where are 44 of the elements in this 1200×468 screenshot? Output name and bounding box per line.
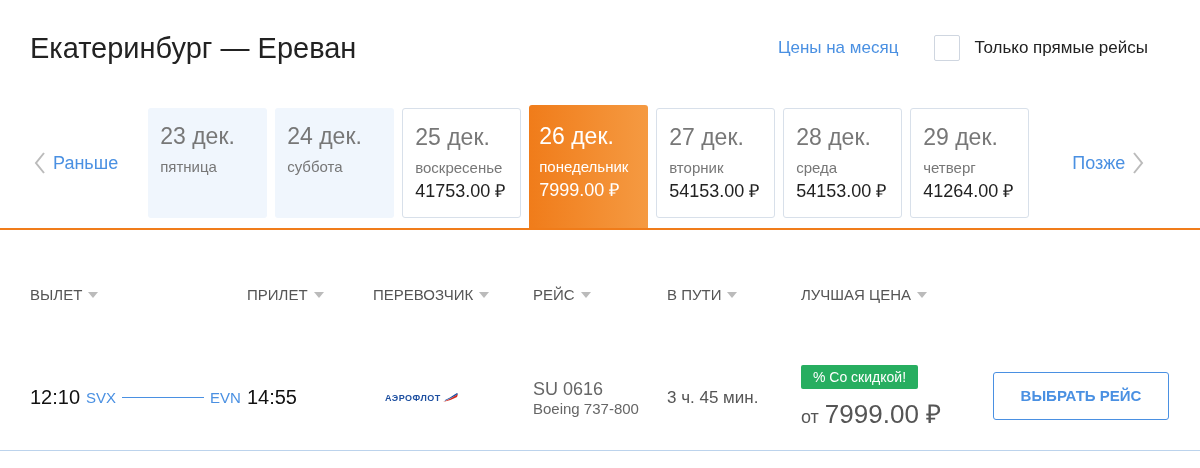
day-date: 25 дек.: [415, 124, 491, 151]
day-price: 41753.00 ₽: [415, 180, 507, 202]
day-weekday: вторник: [669, 159, 725, 176]
day-price: 7999.00 ₽: [539, 179, 621, 201]
direct-only-label: Только прямые рейсы: [974, 38, 1148, 58]
day-date: 29 дек.: [923, 124, 999, 151]
day-weekday: суббота: [287, 158, 344, 175]
column-header[interactable]: ВЫЛЕТ: [30, 286, 247, 303]
flight-duration: 3 ч. 45 мин.: [667, 387, 760, 408]
day-card[interactable]: 28 дек. среда 54153.00 ₽: [783, 108, 903, 218]
day-weekday: пятница: [160, 158, 218, 175]
day-date: 28 дек.: [796, 124, 872, 151]
discount-badge: % Со скидкой!: [801, 364, 919, 389]
day-weekday: воскресенье: [415, 159, 504, 176]
column-header[interactable]: В ПУТИ: [667, 286, 801, 303]
day-date: 26 дек.: [539, 123, 615, 150]
day-weekday: среда: [796, 159, 839, 176]
day-weekday: понедельник: [539, 158, 630, 175]
day-date: 24 дек.: [287, 123, 363, 150]
column-header[interactable]: ПРИЛЕТ: [247, 286, 373, 303]
column-header[interactable]: ПЕРЕВОЗЧИК: [373, 286, 533, 303]
aircraft-model: Boeing 737-800: [533, 399, 640, 417]
day-date: 23 дек.: [160, 123, 236, 150]
route-title: Екатеринбург — Ереван: [30, 31, 358, 65]
day-price: 54153.00 ₽: [669, 180, 761, 202]
day-card[interactable]: 27 дек. вторник 54153.00 ₽: [656, 108, 776, 218]
day-date: 27 дек.: [669, 124, 745, 151]
arrival-code: EVN: [210, 389, 241, 406]
day-price: 41264.00 ₽: [923, 180, 1015, 202]
column-header[interactable]: РЕЙС: [533, 286, 667, 303]
day-price: 54153.00 ₽: [796, 180, 888, 202]
flight-number: SU 0616: [533, 378, 605, 400]
day-card[interactable]: 23 дек. пятница: [148, 108, 268, 218]
column-header[interactable]: ЛУЧШАЯ ЦЕНА: [801, 286, 993, 303]
departure-time: 12:10: [30, 386, 81, 409]
best-price: 7999.00 ₽: [824, 397, 942, 431]
day-card[interactable]: 25 дек. воскресенье 41753.00 ₽: [402, 108, 522, 218]
carrier-logo: АЭРОФЛОТ: [385, 392, 533, 403]
day-card[interactable]: 24 дек. суббота: [275, 108, 395, 218]
price-prefix: от: [801, 406, 819, 428]
departure-code: SVX: [86, 389, 117, 406]
day-weekday: четверг: [923, 159, 977, 176]
arrival-time: 14:55: [246, 386, 297, 409]
day-card[interactable]: 29 дек. четверг 41264.00 ₽: [910, 108, 1030, 218]
